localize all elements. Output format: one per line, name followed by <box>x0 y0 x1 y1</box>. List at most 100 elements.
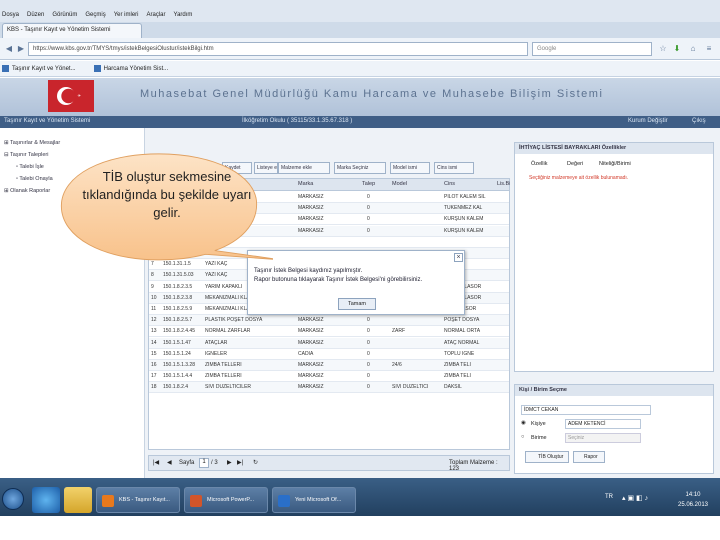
birim-select[interactable]: Seçiniz <box>565 433 641 443</box>
system-clock[interactable]: 14:10 25.06.2013 <box>670 490 716 510</box>
table-cell-kind: ZIMBA TELİ <box>444 373 471 380</box>
tree-item[interactable]: ▫ Talebi Onayla <box>16 176 53 182</box>
table-row[interactable]: 17 150.1.5.1.4.4 ZIMBA TELLERİ MARKASIZ 0 ZIM… <box>149 371 509 383</box>
table-cell-code: 150.1.5.1.24 <box>163 350 191 357</box>
person-unit-title: Kişi / Birim Seçme <box>515 385 713 396</box>
table-cell-no: 11 <box>151 306 157 312</box>
table-cell-brand: MARKASIZ <box>298 216 324 223</box>
table-cell-kind: DAKSİL <box>444 384 462 391</box>
tree-item[interactable]: ⊟ Taşınır Talepleri <box>4 152 48 158</box>
first-page-icon[interactable]: |◀ <box>153 459 159 466</box>
last-page-icon[interactable]: ▶| <box>237 459 243 466</box>
table-cell-qty: 0 <box>367 328 370 335</box>
home-icon[interactable]: ⌂ <box>688 44 698 54</box>
create-tib-button[interactable]: TİB Oluştur <box>525 451 569 463</box>
bookmark-star-icon[interactable]: ☆ <box>658 44 668 54</box>
table-row[interactable]: 18 150.1.8.2.4 SIVI DÜZELTİCİLER MARKASIZ 0 S… <box>149 382 509 394</box>
table-cell-kind: TOPLU İĞNE <box>444 350 475 357</box>
clock-time: 14:10 <box>685 492 701 498</box>
menu-yer-imleri[interactable]: Yer imleri <box>114 12 139 18</box>
table-cell-brand: MARKASIZ <box>298 339 324 346</box>
refresh-icon[interactable]: ↻ <box>253 459 258 466</box>
prop-col-unit: Niteliği/Birimi <box>599 161 631 167</box>
bottom-margin <box>0 516 720 540</box>
birim-label: Birime <box>531 435 547 441</box>
tree-item[interactable]: ▫ Talebi İşle <box>16 164 44 170</box>
menu-icon[interactable]: ≡ <box>704 44 714 54</box>
menu-yardim[interactable]: Yardım <box>174 12 193 18</box>
menu-araclar[interactable]: Araçlar <box>147 12 166 18</box>
page-number-input[interactable]: 1 <box>199 458 209 468</box>
table-cell-brand: MARKASIZ <box>298 384 324 391</box>
table-cell-name: PLASTİK POŞET DOSYA <box>205 317 263 324</box>
table-row[interactable]: 12 150.1.8.2.5.7 PLASTİK POŞET DOSYA MARKAS… <box>149 315 509 327</box>
bookmark-item[interactable]: Taşınır Kayıt ve Yönet... <box>2 65 76 72</box>
bookmark-item[interactable]: Harcama Yönetim Sist... <box>93 65 169 72</box>
back-icon[interactable]: ◀ <box>4 44 14 54</box>
next-page-icon[interactable]: ▶ <box>227 459 232 466</box>
window-titlebar <box>0 0 720 8</box>
browser-tab[interactable]: KBS - Taşınır Kayıt ve Yönetim Sistemi <box>2 23 142 38</box>
report-button[interactable]: Rapor <box>573 451 605 463</box>
bookmark-label: Harcama Yönetim Sist... <box>103 65 169 72</box>
table-row[interactable]: 13 150.1.8.2.4.45 NORMAL ZARFLAR MARKASIZ 0 Z… <box>149 326 509 338</box>
table-cell-code: 150.1.8.2.5.9 <box>163 306 193 312</box>
brand-select[interactable]: Marka Seçiniz <box>334 162 386 174</box>
taskbar-app-firefox[interactable]: KBS - Taşınır Kayıt... <box>96 487 180 513</box>
search-input[interactable]: Google <box>532 42 652 56</box>
column-header-qty[interactable]: Talep <box>362 181 375 187</box>
clock-date: 25.06.2013 <box>677 502 709 508</box>
windows-start-icon[interactable] <box>2 488 24 510</box>
internet-explorer-icon[interactable] <box>32 487 60 513</box>
url-input[interactable]: https://www.kbs.gov.tr/TMYS/tmys/istekBe… <box>28 42 528 56</box>
bookmarks-bar: Taşınır Kayıt ve Yönet... Harcama Yöneti… <box>0 61 720 77</box>
kisi-label: Kişiye <box>531 421 546 427</box>
menu-dosya[interactable]: Dosya <box>2 12 19 18</box>
download-icon[interactable]: ⬇ <box>672 44 682 54</box>
language-indicator[interactable]: TR <box>605 494 613 500</box>
taskbar-app-powerpoint[interactable]: Microsoft PowerP... <box>184 487 268 513</box>
table-cell-brand: MARKASIZ <box>298 362 324 368</box>
table-cell-kind: KURŞUN KALEM <box>444 227 484 234</box>
tree-item[interactable]: ⊞ Olanak Raporlar <box>4 188 50 194</box>
menu-duzen[interactable]: Düzen <box>27 12 44 18</box>
menu-gecmis[interactable]: Geçmiş <box>85 12 105 18</box>
table-cell-brand: MARKASIZ <box>298 227 324 234</box>
column-header-model[interactable]: Model <box>392 181 407 187</box>
menu-gorunum[interactable]: Görünüm <box>52 12 77 18</box>
person-select[interactable]: İDMCT CEKAN <box>521 405 651 415</box>
callout-text: TİB oluştur sekmesine tıklandığında bu ş… <box>82 169 252 220</box>
ok-button[interactable]: Tamam <box>338 298 376 310</box>
kind-filter[interactable]: Cins ismi <box>434 162 474 174</box>
tray-icons[interactable]: ▴ ▣ ◧ ♪ <box>622 494 648 502</box>
table-row[interactable]: 15 150.1.5.1.24 İĞNELER CADIA 0 TOPLU İĞNE <box>149 349 509 360</box>
table-cell-kind: ZIMBA TELİ <box>444 362 471 368</box>
table-row[interactable]: 14 150.1.5.1.47 ATAÇLAR MARKASIZ 0 ATAÇ NORMA… <box>149 337 509 349</box>
table-cell-brand: MARKASIZ <box>298 328 324 335</box>
table-cell-kind: KURŞUN KALEM <box>444 216 484 223</box>
table-cell-name: SIVI DÜZELTİCİLER <box>205 384 252 391</box>
logout-link[interactable]: Çıkış <box>692 118 706 124</box>
table-cell-kind: NORMAL ORTA <box>444 328 481 335</box>
table-cell-qty: 0 <box>367 227 370 234</box>
table-cell-qty: 0 <box>367 317 370 324</box>
table-cell-name: ZIMBA TELLERİ <box>205 362 242 368</box>
column-header-brand[interactable]: Marka <box>298 181 313 187</box>
close-icon[interactable]: × <box>454 253 463 262</box>
word-icon <box>278 495 290 507</box>
change-institution-link[interactable]: Kurum Değiştir <box>628 118 668 124</box>
prev-page-icon[interactable]: ◀ <box>167 459 172 466</box>
birim-radio[interactable]: ○ <box>521 434 524 440</box>
add-material-button[interactable]: Malzeme ekle <box>278 162 330 174</box>
folder-icon[interactable] <box>64 487 92 513</box>
column-header-kind[interactable]: Cins <box>444 181 455 187</box>
table-row[interactable]: 16 150.1.5.1.3.28 ZIMBA TELLERİ MARKASIZ 0 24… <box>149 360 509 371</box>
forward-icon[interactable]: ▶ <box>16 44 26 54</box>
kisi-radio[interactable]: ◉ <box>521 420 526 426</box>
table-cell-qty: 0 <box>367 339 370 346</box>
firefox-icon <box>102 495 114 507</box>
kisi-select[interactable]: ADEM KETENCİ <box>565 419 641 429</box>
model-filter[interactable]: Model ismi <box>390 162 430 174</box>
taskbar-app-office[interactable]: Yeni Microsoft Of... <box>272 487 356 513</box>
tree-item[interactable]: ⊞ Taşınırlar & Mesajlar <box>4 140 60 146</box>
